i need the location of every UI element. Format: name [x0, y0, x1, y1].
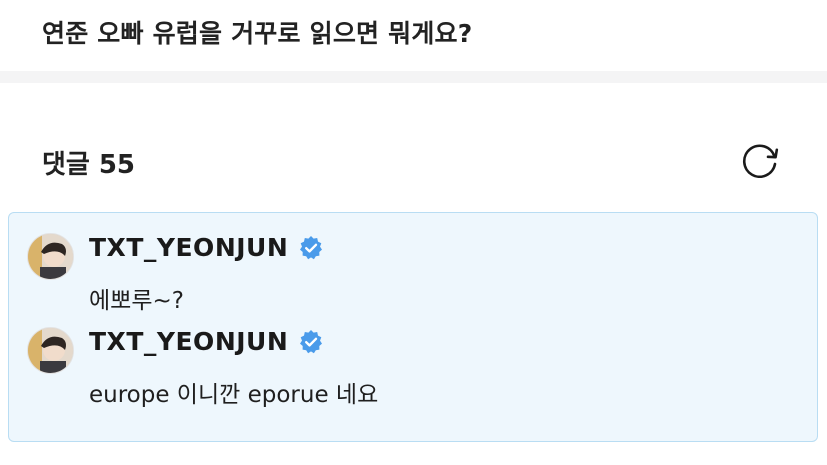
comment-author[interactable]: TXT_YEONJUN	[89, 233, 288, 262]
comments-label: 댓글	[42, 150, 90, 180]
refresh-icon	[742, 144, 779, 179]
avatar[interactable]	[27, 233, 74, 280]
comment-author[interactable]: TXT_YEONJUN	[89, 327, 288, 356]
verified-badge-icon	[300, 329, 323, 353]
post-title: 연준 오빠 유럽을 거꾸로 읽으면 뭐게요?	[42, 19, 473, 48]
comment-text: 에뽀루~?	[89, 288, 184, 314]
comment-author-row: TXT_YEONJUN	[89, 327, 324, 356]
comments-count: 55	[98, 150, 136, 180]
comments-header: 댓글 55	[42, 144, 135, 181]
comment-thread: TXT_YEONJUN 에뽀루~? TXT_YEONJUN europe 이니깐…	[8, 212, 818, 442]
section-divider	[0, 71, 827, 83]
page: 연준 오빠 유럽을 거꾸로 읽으면 뭐게요? 댓글 55 TXT_YEONJUN	[0, 0, 827, 465]
comment-text: europe 이니깐 eporue 네요	[89, 382, 379, 408]
refresh-button[interactable]	[738, 139, 782, 183]
verified-badge-icon	[300, 235, 323, 259]
comment-author-row: TXT_YEONJUN	[89, 233, 324, 262]
avatar[interactable]	[27, 327, 74, 374]
